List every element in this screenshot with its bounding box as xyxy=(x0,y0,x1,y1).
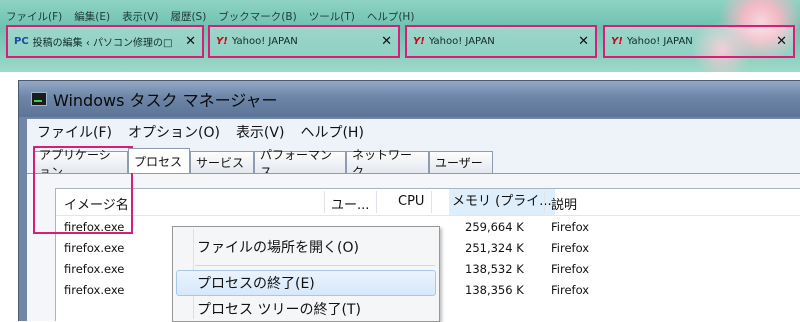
process-memory: 138,532 K xyxy=(465,262,524,276)
process-list-header: イメージ名 ユー... CPU ▼ メモリ (プライ... 説明 xyxy=(56,189,800,216)
tab-title: Yahoo! JAPAN xyxy=(428,36,495,47)
menu-view[interactable]: 表示(V) xyxy=(122,9,158,24)
column-divider[interactable] xyxy=(544,191,545,213)
tab-title: 投稿の編集 ‹ パソコン修理の□ xyxy=(32,38,173,49)
menu-edit[interactable]: 編集(E) xyxy=(74,9,110,24)
task-manager-menubar: ファイル(F) オプション(O) 表示(V) ヘルプ(H) xyxy=(27,119,800,145)
process-description: Firefox xyxy=(551,262,590,276)
task-manager-titlebar[interactable]: Windows タスク マネージャー xyxy=(19,81,800,117)
close-tab-icon[interactable]: ✕ xyxy=(578,34,589,49)
task-manager-app-icon xyxy=(31,92,47,106)
tm-menu-options[interactable]: オプション(O) xyxy=(128,122,220,142)
context-menu: ファイルの場所を開く(O) プロセスの終了(E) プロセス ツリーの終了(T) xyxy=(172,226,440,322)
browser-tab-4[interactable]: Y! Yahoo! JAPAN ✕ xyxy=(603,25,795,58)
menu-item-open-file-location[interactable]: ファイルの場所を開く(O) xyxy=(197,237,359,257)
menu-file[interactable]: ファイル(F) xyxy=(6,9,62,24)
close-tab-icon[interactable]: ✕ xyxy=(776,34,787,49)
browser-tab-2[interactable]: Y! Yahoo! JAPAN ✕ xyxy=(208,25,400,58)
browser-tab-1[interactable]: PC 投稿の編集 ‹ パソコン修理の□ ✕ xyxy=(6,25,204,58)
col-user[interactable]: ユー... xyxy=(331,194,369,213)
process-image: firefox.exe xyxy=(64,262,125,276)
process-image: firefox.exe xyxy=(64,283,125,297)
menu-history[interactable]: 履歴(S) xyxy=(170,9,206,24)
column-divider[interactable] xyxy=(324,191,325,213)
menu-item-end-process-tree[interactable]: プロセス ツリーの終了(T) xyxy=(197,299,361,319)
process-memory: 251,324 K xyxy=(465,241,524,255)
column-divider[interactable] xyxy=(431,191,432,213)
tab-processes[interactable]: プロセス xyxy=(128,148,190,173)
tm-menu-file[interactable]: ファイル(F) xyxy=(37,122,112,142)
process-highlight-box xyxy=(33,146,133,234)
process-description: Firefox xyxy=(551,220,590,234)
process-description: Firefox xyxy=(551,241,590,255)
menu-tools[interactable]: ツール(T) xyxy=(309,9,355,24)
close-tab-icon[interactable]: ✕ xyxy=(381,34,392,49)
tab-services[interactable]: サービス xyxy=(190,151,254,173)
col-memory[interactable]: メモリ (プライ... xyxy=(449,189,555,215)
column-divider[interactable] xyxy=(376,191,377,213)
col-cpu[interactable]: CPU xyxy=(398,194,424,209)
pc-favicon-icon: PC xyxy=(14,36,29,47)
menu-bookmarks[interactable]: ブックマーク(B) xyxy=(218,9,296,24)
tab-network[interactable]: ネットワーク xyxy=(346,148,429,179)
process-description: Firefox xyxy=(551,283,590,297)
firefox-menubar: ファイル(F) 編集(E) 表示(V) 履歴(S) ブックマーク(B) ツール(… xyxy=(6,9,414,24)
tab-performance[interactable]: パフォーマンス xyxy=(254,148,346,179)
yahoo-favicon-icon: Y! xyxy=(413,36,425,47)
browser-tab-3[interactable]: Y! Yahoo! JAPAN ✕ xyxy=(405,25,597,58)
yahoo-favicon-icon: Y! xyxy=(216,36,228,47)
tm-menu-view[interactable]: 表示(V) xyxy=(236,122,285,142)
menu-separator xyxy=(195,265,435,266)
yahoo-favicon-icon: Y! xyxy=(611,36,623,47)
tm-menu-help[interactable]: ヘルプ(H) xyxy=(300,122,363,142)
process-memory: 138,356 K xyxy=(465,283,524,297)
process-image: firefox.exe xyxy=(64,241,125,255)
col-description[interactable]: 説明 xyxy=(551,194,577,213)
task-manager-tabs: アプリケーション プロセス サービス パフォーマンス ネットワーク ユーザー xyxy=(27,145,800,179)
menu-item-end-process[interactable]: プロセスの終了(E) xyxy=(197,273,315,293)
process-memory: 259,664 K xyxy=(465,220,524,234)
firefox-toolbar: ファイル(F) 編集(E) 表示(V) 履歴(S) ブックマーク(B) ツール(… xyxy=(0,0,800,72)
tab-users[interactable]: ユーザー xyxy=(429,151,493,173)
tab-title: Yahoo! JAPAN xyxy=(231,36,298,47)
close-tab-icon[interactable]: ✕ xyxy=(185,34,196,49)
window-title: Windows タスク マネージャー xyxy=(53,91,278,110)
tab-title: Yahoo! JAPAN xyxy=(626,36,693,47)
menu-help[interactable]: ヘルプ(H) xyxy=(367,9,415,24)
